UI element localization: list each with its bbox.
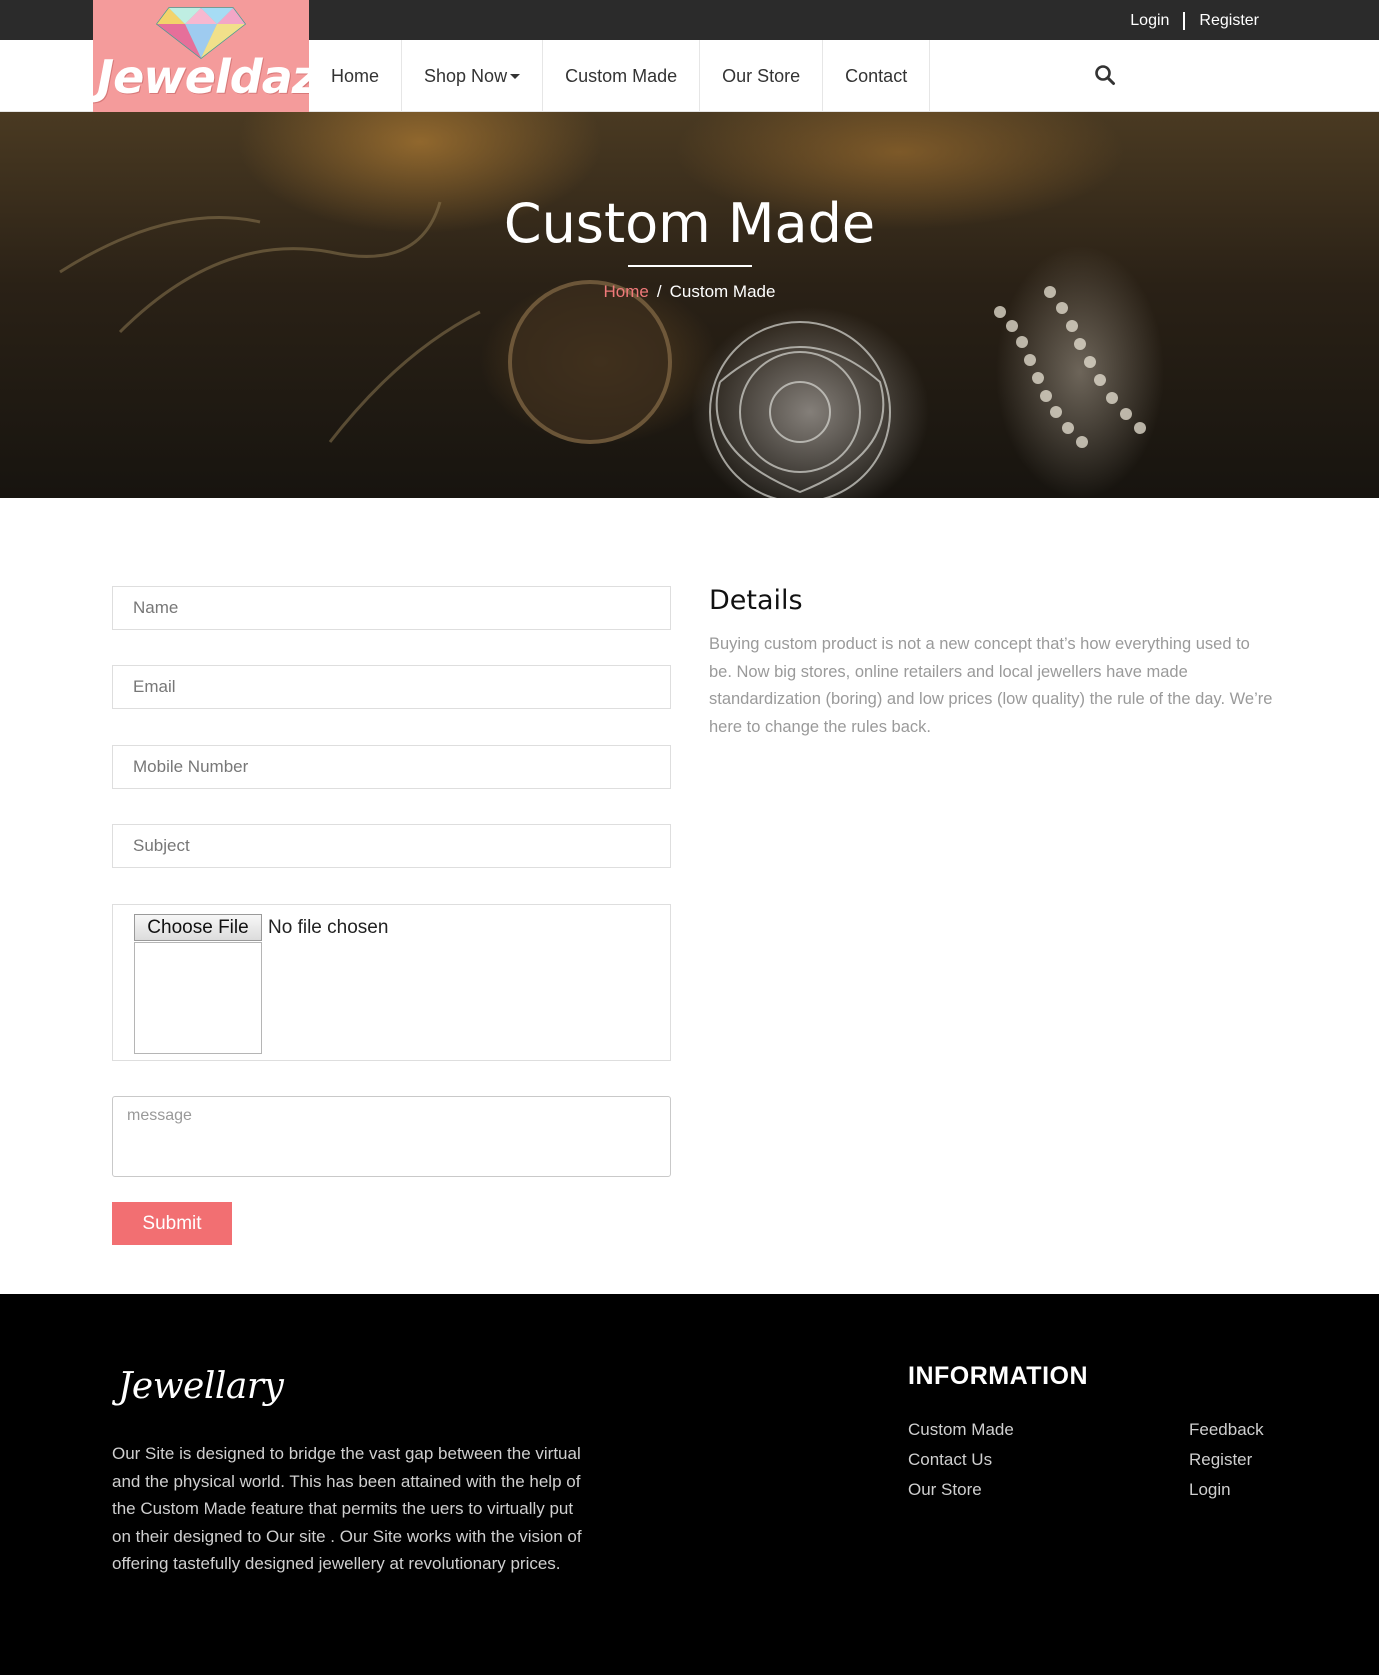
site-footer: Jewellary Our Site is designed to bridge… — [0, 1294, 1379, 1675]
breadcrumb: Home / Custom Made — [0, 282, 1379, 302]
page-title: Custom Made — [503, 192, 876, 255]
details-heading: Details — [709, 585, 803, 616]
information-links-col-2: Feedback Register Login — [1189, 1415, 1264, 1505]
name-field[interactable] — [112, 586, 671, 630]
footer-link-login[interactable]: Login — [1189, 1475, 1264, 1505]
nav-item-our-store[interactable]: Our Store — [700, 40, 824, 112]
breadcrumb-current: Custom Made — [669, 282, 776, 301]
nav-item-home[interactable]: Home — [309, 40, 403, 112]
account-links: Login Register — [1130, 12, 1259, 30]
footer-about-text: Our Site is designed to bridge the vast … — [112, 1444, 582, 1573]
footer-link-our-store[interactable]: Our Store — [908, 1475, 1014, 1505]
mobile-number-field[interactable] — [112, 745, 671, 789]
footer-link-custom-made[interactable]: Custom Made — [908, 1415, 1014, 1445]
nav-item-label: Custom Made — [565, 65, 678, 86]
nav-item-label: Home — [331, 65, 380, 86]
nav-item-label: Our Store — [722, 65, 801, 86]
primary-nav: Home Shop Now Custom Made Our Store Cont… — [309, 40, 931, 112]
footer-link-register[interactable]: Register — [1189, 1445, 1264, 1475]
nav-item-shop-now[interactable]: Shop Now — [402, 40, 544, 112]
file-upload-box: Choose File No file chosen — [112, 904, 671, 1061]
submit-button[interactable]: Submit — [112, 1202, 232, 1245]
register-link[interactable]: Register — [1199, 12, 1259, 30]
login-link[interactable]: Login — [1130, 12, 1169, 30]
site-logo[interactable]: Jeweldaze — [93, 0, 309, 112]
message-field[interactable] — [112, 1096, 671, 1177]
breadcrumb-home-link[interactable]: Home — [604, 282, 649, 301]
information-heading: INFORMATION — [908, 1362, 1089, 1390]
account-links-divider — [1183, 12, 1186, 30]
hero-banner: Custom Made Home / Custom Made — [0, 112, 1379, 498]
caret-down-icon — [510, 73, 521, 79]
breadcrumb-separator: / — [656, 282, 662, 301]
file-preview — [134, 942, 262, 1054]
nav-item-contact[interactable]: Contact — [823, 40, 931, 112]
nav-item-label: Shop Now — [424, 65, 508, 86]
email-field[interactable] — [112, 665, 671, 709]
file-status: No file chosen — [268, 917, 389, 938]
hero-jewellery-image — [59, 201, 1146, 498]
footer-link-feedback[interactable]: Feedback — [1189, 1415, 1264, 1445]
nav-item-custom-made[interactable]: Custom Made — [543, 40, 701, 112]
logo-wordmark: Jeweldaze — [97, 50, 309, 104]
information-links-col-1: Custom Made Contact Us Our Store — [908, 1415, 1014, 1505]
footer-link-contact-us[interactable]: Contact Us — [908, 1445, 1014, 1475]
subject-field[interactable] — [112, 824, 671, 868]
choose-file-button[interactable]: Choose File — [134, 914, 262, 941]
nav-item-label: Contact — [845, 65, 908, 86]
details-text: Buying custom product is not a new conce… — [709, 635, 1273, 736]
search-icon[interactable] — [1094, 64, 1116, 86]
title-underline — [628, 265, 752, 267]
footer-logo: Jewellary — [118, 1366, 284, 1407]
